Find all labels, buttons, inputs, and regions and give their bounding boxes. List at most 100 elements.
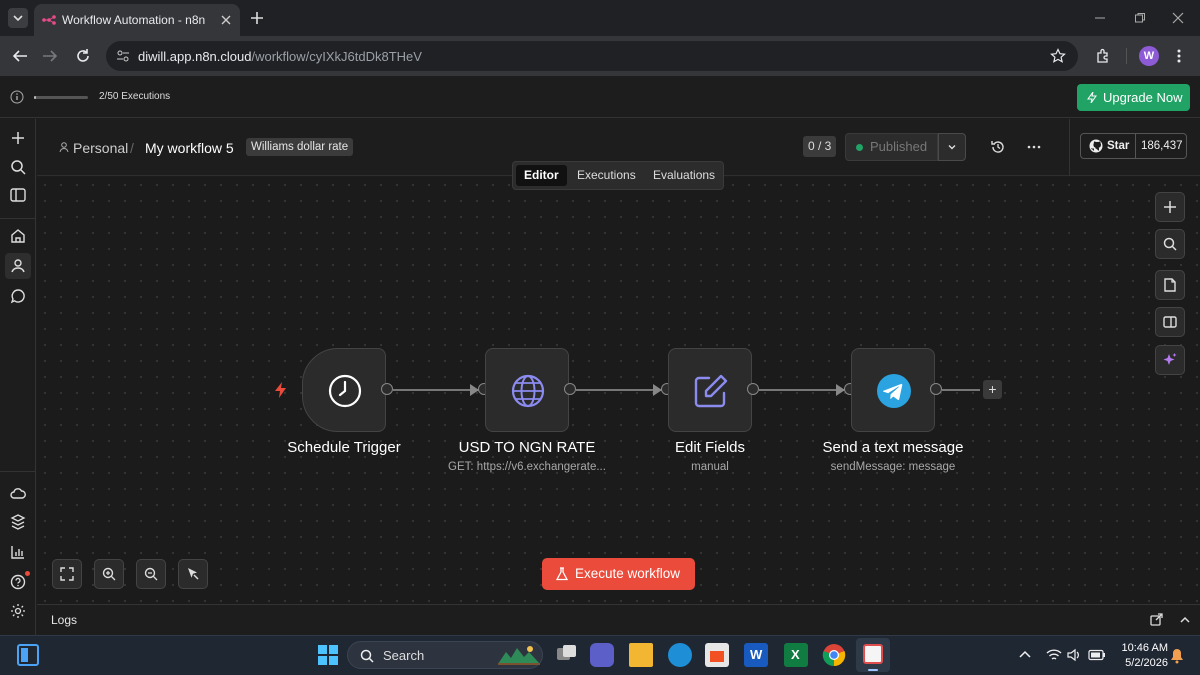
cloud-icon[interactable] bbox=[8, 483, 28, 503]
add-node-button[interactable]: + bbox=[983, 380, 1002, 399]
node-subtitle: GET: https://v6.exchangerate... bbox=[448, 461, 606, 473]
chrome-icon[interactable] bbox=[822, 643, 846, 667]
workflow-name[interactable]: My workflow 5 bbox=[145, 140, 234, 156]
node-subtitle: manual bbox=[691, 461, 729, 473]
fit-view-button[interactable] bbox=[52, 559, 82, 589]
history-icon[interactable] bbox=[990, 139, 1006, 155]
windows-start-icon[interactable] bbox=[318, 645, 338, 665]
file-explorer-icon[interactable] bbox=[629, 643, 653, 667]
search-icon[interactable] bbox=[8, 157, 28, 177]
windows-taskbar: Search W X 10:46 AM 5/2/2026 bbox=[0, 635, 1200, 675]
url-host: diwill.app.n8n.cloud bbox=[138, 49, 252, 64]
output-handle[interactable] bbox=[930, 383, 942, 395]
notification-bell-icon[interactable] bbox=[1170, 648, 1184, 664]
insights-chart-icon[interactable] bbox=[8, 542, 28, 562]
taskbar-search[interactable]: Search bbox=[347, 641, 543, 669]
battery-icon[interactable] bbox=[1088, 649, 1106, 661]
sparkles-icon bbox=[1163, 353, 1177, 365]
node-usd-to-ngn-rate[interactable] bbox=[485, 348, 569, 432]
tab-editor[interactable]: Editor bbox=[516, 165, 567, 186]
back-arrow-icon[interactable] bbox=[12, 49, 28, 63]
chat-icon[interactable] bbox=[8, 286, 28, 306]
notification-dot bbox=[25, 571, 30, 576]
excel-icon[interactable]: X bbox=[784, 643, 808, 667]
node-send-text-message[interactable] bbox=[851, 348, 935, 432]
home-icon[interactable] bbox=[8, 226, 28, 246]
tidy-up-button[interactable] bbox=[178, 559, 208, 589]
search-icon bbox=[360, 649, 374, 663]
executions-progress bbox=[34, 96, 88, 99]
sidebar bbox=[0, 119, 36, 635]
clock-icon bbox=[328, 374, 362, 408]
templates-icon[interactable] bbox=[8, 512, 28, 532]
store-icon[interactable] bbox=[705, 643, 729, 667]
trigger-lightning-icon bbox=[275, 382, 286, 398]
plus-icon[interactable] bbox=[8, 128, 28, 148]
address-bar[interactable]: diwill.app.n8n.cloud/workflow/cyIXkJ6tdD… bbox=[106, 41, 1078, 71]
widgets-icon[interactable] bbox=[17, 644, 39, 666]
workflow-canvas[interactable] bbox=[37, 177, 1200, 604]
publish-dropdown-button[interactable] bbox=[938, 133, 966, 161]
breadcrumb-project[interactable]: Personal bbox=[73, 140, 128, 156]
ai-assistant-button[interactable] bbox=[1155, 345, 1185, 375]
workflow-tag[interactable]: Williams dollar rate bbox=[246, 138, 354, 156]
new-tab-plus-icon[interactable] bbox=[250, 11, 264, 25]
connection-line bbox=[576, 389, 662, 391]
node-title: Send a text message bbox=[822, 439, 964, 456]
upgrade-button[interactable]: Upgrade Now bbox=[1077, 84, 1190, 111]
zoom-in-button[interactable] bbox=[94, 559, 124, 589]
teams-icon[interactable] bbox=[590, 643, 614, 667]
tab-executions[interactable]: Executions bbox=[569, 165, 644, 186]
forward-arrow-icon[interactable] bbox=[42, 49, 58, 63]
reload-icon[interactable] bbox=[75, 48, 91, 64]
node-edit-fields[interactable] bbox=[668, 348, 752, 432]
zoom-out-icon bbox=[144, 567, 158, 581]
search-nodes-button[interactable] bbox=[1155, 229, 1185, 259]
browser-tab[interactable]: Workflow Automation - n8n bbox=[34, 4, 240, 36]
volume-icon[interactable] bbox=[1067, 648, 1081, 662]
snipping-tool-active[interactable] bbox=[856, 638, 890, 672]
bookmark-star-icon[interactable] bbox=[1050, 48, 1066, 64]
publish-button[interactable]: Published bbox=[845, 133, 938, 161]
execute-workflow-button[interactable]: Execute workflow bbox=[542, 558, 695, 590]
panel-toggle-icon[interactable] bbox=[8, 185, 28, 205]
n8n-logo-icon bbox=[42, 15, 56, 25]
minimize-icon[interactable] bbox=[1094, 12, 1106, 24]
add-node-panel-button[interactable] bbox=[1155, 192, 1185, 222]
pop-out-icon[interactable] bbox=[1150, 613, 1163, 626]
taskbar-clock[interactable]: 10:46 AM 5/2/2026 bbox=[1112, 641, 1168, 671]
toggle-panel-button[interactable] bbox=[1155, 307, 1185, 337]
browser-menu-icon[interactable] bbox=[1176, 48, 1182, 64]
edge-icon[interactable] bbox=[668, 643, 692, 667]
output-handle[interactable] bbox=[747, 383, 759, 395]
window-close-icon[interactable] bbox=[1172, 12, 1184, 24]
tab-search-button[interactable] bbox=[8, 8, 28, 28]
restore-icon[interactable] bbox=[1134, 12, 1146, 24]
word-icon[interactable]: W bbox=[744, 643, 768, 667]
sidebar-item-personal[interactable] bbox=[5, 253, 31, 279]
github-star: Star bbox=[1081, 134, 1136, 158]
node-schedule-trigger[interactable] bbox=[302, 348, 386, 432]
zoom-out-button[interactable] bbox=[136, 559, 166, 589]
tab-evaluations[interactable]: Evaluations bbox=[645, 165, 723, 186]
connection-line bbox=[393, 389, 479, 391]
close-icon[interactable] bbox=[220, 14, 232, 26]
task-view-icon[interactable] bbox=[555, 643, 579, 667]
site-settings-icon[interactable] bbox=[116, 49, 130, 63]
chevron-up-icon[interactable] bbox=[1019, 650, 1031, 660]
browser-toolbar: diwill.app.n8n.cloud/workflow/cyIXkJ6tdD… bbox=[0, 36, 1200, 76]
settings-gear-icon[interactable] bbox=[8, 601, 28, 621]
github-star-label: Star bbox=[1107, 140, 1130, 152]
profile-avatar[interactable]: W bbox=[1139, 46, 1159, 66]
sticky-note-button[interactable] bbox=[1155, 270, 1185, 300]
info-icon[interactable] bbox=[10, 90, 24, 104]
output-handle[interactable] bbox=[564, 383, 576, 395]
logs-panel-bar[interactable]: Logs bbox=[37, 604, 1200, 635]
chevron-up-icon[interactable] bbox=[1179, 615, 1191, 625]
more-options-icon[interactable] bbox=[1027, 145, 1041, 149]
execute-workflow-label: Execute workflow bbox=[575, 566, 681, 581]
output-handle[interactable] bbox=[381, 383, 393, 395]
wifi-icon[interactable] bbox=[1046, 648, 1062, 662]
github-star-button[interactable]: Star 186,437 bbox=[1080, 133, 1187, 159]
extensions-icon[interactable] bbox=[1095, 48, 1111, 64]
